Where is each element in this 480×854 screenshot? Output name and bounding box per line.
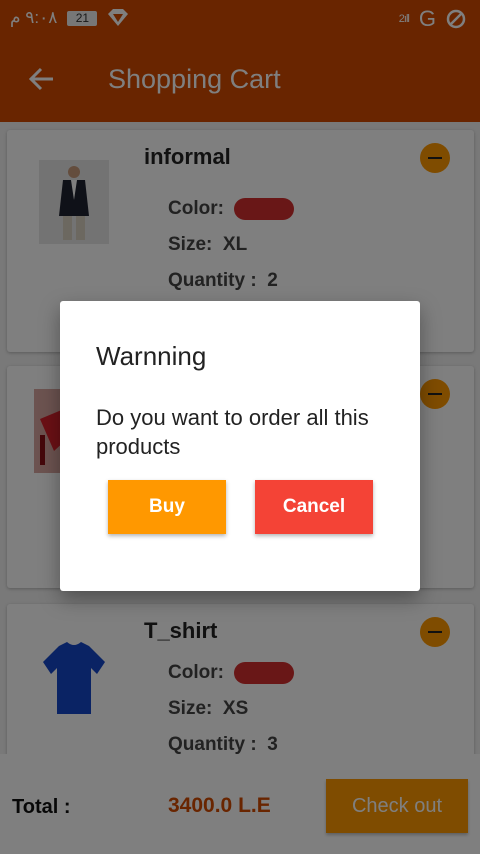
dialog-title: Warnning	[96, 341, 207, 371]
buy-button[interactable]: Buy	[108, 480, 226, 534]
cancel-button[interactable]: Cancel	[255, 480, 373, 534]
dialog-message: Do you want to order all this products	[96, 405, 369, 459]
confirm-dialog: Warnning Do you want to order all this p…	[60, 301, 420, 591]
